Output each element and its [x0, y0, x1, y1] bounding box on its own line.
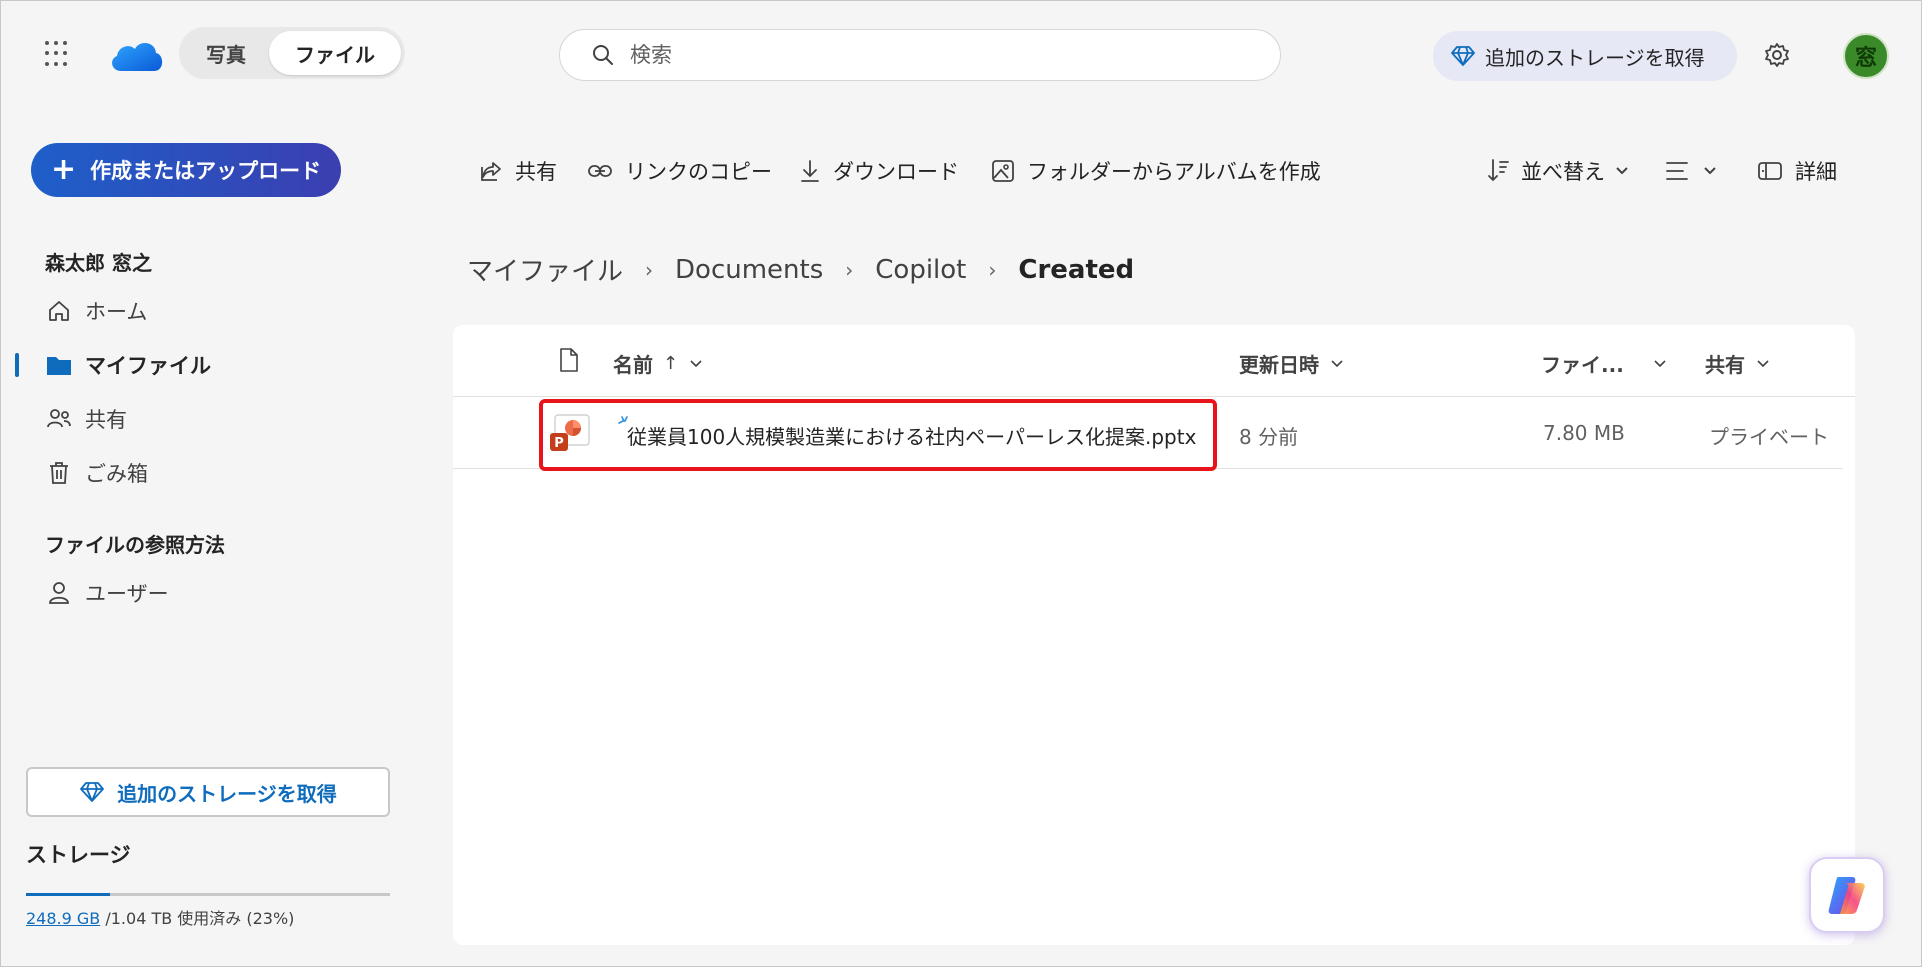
breadcrumb-documents[interactable]: Documents: [675, 255, 823, 285]
download-icon: [801, 160, 819, 182]
active-indicator: [15, 353, 19, 377]
sort-ascending-icon: ↑: [663, 353, 679, 374]
file-size: 7.80 MB: [1543, 421, 1625, 445]
person-icon: [45, 579, 73, 607]
search-icon: [593, 45, 613, 65]
column-header-name[interactable]: 名前 ↑: [613, 349, 702, 378]
get-storage-pill-button[interactable]: 追加のストレージを取得: [1433, 31, 1737, 81]
storage-progress-bar: [26, 893, 390, 896]
chevron-down-icon: [1654, 359, 1666, 367]
sidebar-item-label: ユーザー: [85, 582, 169, 606]
image-icon: [992, 160, 1014, 182]
onedrive-logo: [112, 43, 163, 71]
share-icon: [481, 162, 501, 181]
browse-heading: ファイルの参照方法: [45, 533, 225, 557]
storage-used-link[interactable]: 248.9 GB: [26, 909, 100, 928]
column-modified-label: 更新日時: [1239, 353, 1319, 377]
chevron-down-icon: [1757, 359, 1769, 367]
storage-total-text: /1.04 TB 使用済み (23%): [100, 909, 295, 928]
details-label: 詳細: [1795, 160, 1837, 184]
column-name-label: 名前: [613, 353, 653, 377]
powerpoint-icon: P: [550, 414, 590, 451]
create-upload-button[interactable]: + 作成またはアップロード: [31, 143, 341, 197]
app-launcher-icon[interactable]: [45, 41, 71, 67]
view-switcher: 写真 ファイル: [179, 27, 405, 79]
file-name[interactable]: 従業員100人規模製造業における社内ペーパーレス化提案.pptx: [627, 421, 1197, 450]
chevron-right-icon: ›: [988, 257, 997, 282]
view-options-button[interactable]: [1665, 153, 1729, 189]
breadcrumb-my-files[interactable]: マイファイル: [467, 251, 623, 288]
file-sharing: プライベート: [1709, 425, 1829, 449]
details-button[interactable]: 詳細: [1757, 153, 1837, 189]
download-label: ダウンロード: [833, 160, 959, 184]
people-icon: [45, 405, 73, 433]
app-window: 写真 ファイル 追加のストレージを取得 窓 + 作成またはアップロード 森太郎 …: [0, 0, 1922, 967]
user-name-heading: 森太郎 窓之: [45, 251, 152, 275]
column-header-size[interactable]: ファイ...: [1541, 349, 1666, 378]
get-storage-button[interactable]: 追加のストレージを取得: [26, 767, 390, 817]
svg-text:P: P: [554, 436, 564, 451]
column-header-modified[interactable]: 更新日時: [1239, 349, 1343, 378]
breadcrumb-current: Created: [1018, 254, 1135, 285]
chevron-down-icon: [690, 359, 702, 367]
chevron-right-icon: ›: [845, 257, 854, 282]
storage-title: ストレージ: [26, 843, 131, 867]
breadcrumb-copilot[interactable]: Copilot: [875, 255, 966, 285]
chevron-down-icon: [1331, 359, 1343, 367]
list-view-icon: [1666, 162, 1688, 180]
sidebar-item-label: マイファイル: [85, 354, 211, 378]
gear-icon[interactable]: [1763, 41, 1791, 69]
chevron-down-icon: [1704, 167, 1716, 175]
sidebar-item-people[interactable]: ユーザー: [45, 575, 405, 611]
search-input[interactable]: [630, 43, 1230, 67]
share-button[interactable]: 共有: [479, 153, 557, 189]
create-upload-label: 作成またはアップロード: [90, 159, 322, 183]
breadcrumb: マイファイル › Documents › Copilot › Created: [467, 251, 1134, 288]
sidebar-item-recycle-bin[interactable]: ごみ箱: [45, 455, 405, 491]
chevron-right-icon: ›: [645, 257, 654, 282]
details-pane-icon: [1758, 162, 1782, 180]
file-type-icon[interactable]: [559, 347, 579, 373]
file-modified: 8 分前: [1239, 425, 1299, 449]
plus-icon: +: [51, 152, 77, 187]
get-storage-button-label: 追加のストレージを取得: [117, 781, 337, 806]
column-header-sharing[interactable]: 共有: [1705, 349, 1769, 378]
copilot-button[interactable]: [1809, 857, 1885, 933]
chevron-down-icon: [1616, 167, 1628, 175]
sidebar-item-label: 共有: [85, 408, 127, 432]
sidebar-item-label: ホーム: [85, 300, 148, 324]
search-box[interactable]: [559, 29, 1281, 81]
link-icon: [588, 165, 612, 177]
copy-link-label: リンクのコピー: [625, 160, 772, 184]
sort-icon: [1488, 159, 1509, 182]
sort-label: 並べ替え: [1521, 160, 1605, 184]
trash-icon: [45, 459, 73, 487]
column-size-label: ファイ...: [1541, 353, 1624, 377]
sidebar-item-home[interactable]: ホーム: [45, 293, 405, 329]
share-label: 共有: [515, 160, 557, 184]
sort-button[interactable]: 並べ替え: [1487, 153, 1641, 189]
tab-photos[interactable]: 写真: [183, 31, 269, 75]
copy-link-button[interactable]: リンクのコピー: [587, 153, 772, 189]
sidebar-item-label: ごみ箱: [85, 462, 148, 486]
sidebar-item-shared[interactable]: 共有: [45, 401, 405, 437]
file-list-header: 名前 ↑ 更新日時 ファイ... 共有: [453, 325, 1855, 397]
table-row[interactable]: P 従業員100人規模製造業における社内ペーパーレス化提案.pptx 8 分前 …: [453, 397, 1843, 469]
get-storage-label: 追加のストレージを取得: [1485, 45, 1705, 70]
download-button[interactable]: ダウンロード: [799, 153, 959, 189]
storage-usage-text: 248.9 GB /1.04 TB 使用済み (23%): [26, 905, 294, 929]
storage-progress-fill: [26, 893, 110, 896]
copilot-icon: [1828, 877, 1865, 914]
sidebar-item-my-files[interactable]: マイファイル: [45, 347, 405, 383]
column-sharing-label: 共有: [1705, 353, 1745, 377]
tab-files[interactable]: ファイル: [269, 31, 401, 75]
file-list-panel: 名前 ↑ 更新日時 ファイ... 共有 P 従業員100人規模製造業における社内…: [453, 325, 1855, 945]
diamond-icon: [1451, 46, 1475, 66]
diamond-icon: [80, 782, 105, 802]
avatar[interactable]: 窓: [1843, 33, 1889, 79]
create-album-label: フォルダーからアルバムを作成: [1027, 160, 1321, 184]
folder-icon: [45, 351, 73, 379]
home-icon: [45, 297, 73, 325]
create-album-button[interactable]: フォルダーからアルバムを作成: [991, 153, 1321, 189]
